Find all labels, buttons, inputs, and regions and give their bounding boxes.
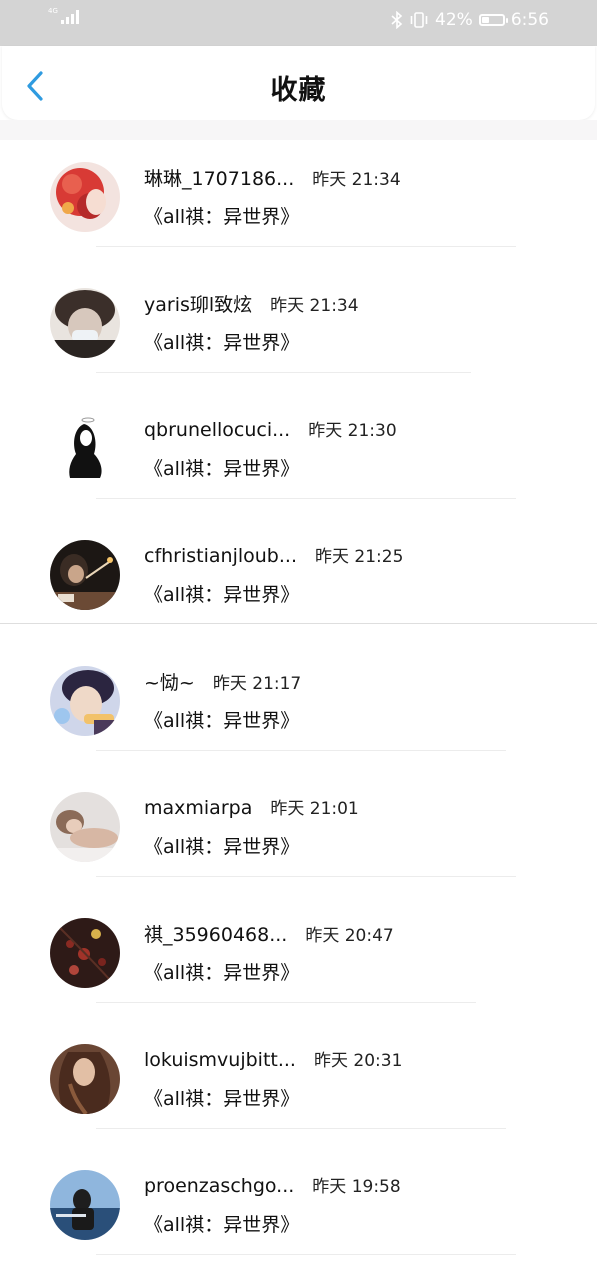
divider (96, 1254, 516, 1255)
divider (0, 623, 597, 624)
username: 琳琳_1707186... (144, 168, 295, 190)
timestamp: 昨天 21:30 (308, 421, 397, 441)
status-bar: 4G 42% 6:56 (0, 0, 597, 46)
timestamp: 昨天 21:01 (270, 799, 359, 819)
avatar[interactable] (50, 666, 120, 736)
timestamp: 昨天 20:47 (305, 926, 394, 946)
title-bar: 收藏 (2, 46, 595, 120)
timestamp: 昨天 19:58 (312, 1177, 401, 1197)
vibrate-icon (410, 12, 428, 28)
work-title: 《all祺：异世界》 (144, 458, 300, 480)
list-item[interactable]: yaris珋l致炫 昨天 21:34 《all祺：异世界》 (0, 266, 597, 392)
list-item[interactable]: qbrunellocuci... 昨天 21:30 《all祺：异世界》 (0, 392, 597, 518)
timestamp: 昨天 21:25 (314, 547, 404, 567)
avatar[interactable] (50, 162, 120, 232)
avatar[interactable] (50, 1044, 120, 1114)
username: qbrunellocuci... (144, 419, 291, 441)
battery-level (481, 17, 490, 23)
divider (96, 498, 516, 499)
divider (96, 246, 516, 247)
avatar[interactable] (50, 918, 120, 988)
username: yaris珋l致炫 (144, 294, 253, 316)
divider (96, 1128, 506, 1129)
battery-percent: 42% (435, 10, 473, 30)
list-item[interactable]: lokuismvujbitt... 昨天 20:31 《all祺：异世界》 (0, 1022, 597, 1148)
signal-indicator: 4G (48, 7, 79, 24)
battery-icon (478, 14, 508, 26)
list-item[interactable]: ~恸~ 昨天 21:17 《all祺：异世界》 (0, 644, 597, 770)
timestamp: 昨天 21:17 (212, 674, 302, 694)
divider (96, 1002, 476, 1003)
signal-icon (75, 10, 79, 24)
work-title: 《all祺：异世界》 (144, 1214, 300, 1236)
avatar[interactable] (50, 288, 120, 358)
username: ~恸~ (144, 672, 195, 694)
avatar[interactable] (50, 414, 120, 484)
divider (96, 372, 471, 373)
divider (96, 876, 516, 877)
timestamp: 昨天 21:34 (312, 170, 401, 190)
timestamp: 昨天 20:31 (313, 1051, 403, 1071)
divider (96, 750, 506, 751)
work-title: 《all祺：异世界》 (144, 206, 300, 228)
signal-icon (65, 17, 69, 24)
avatar[interactable] (50, 1170, 120, 1240)
clock: 6:56 (510, 10, 549, 30)
list-item[interactable]: 琳琳_1707186... 昨天 21:34 《all祺：异世界》 (0, 140, 597, 266)
timestamp: 昨天 21:34 (270, 296, 359, 316)
header-shadow-strip (0, 120, 597, 140)
list-item[interactable]: maxmiarpa 昨天 21:01 《all祺：异世界》 (0, 770, 597, 896)
list-item[interactable]: 祺_35960468... 昨天 20:47 《all祺：异世界》 (0, 896, 597, 1022)
favorites-list: 琳琳_1707186... 昨天 21:34 《all祺：异世界》 yaris珋… (0, 140, 597, 1274)
work-title: 《all祺：异世界》 (144, 710, 300, 732)
username: maxmiarpa (144, 797, 253, 819)
avatar[interactable] (50, 540, 120, 610)
work-title: 《all祺：异世界》 (144, 584, 300, 606)
work-title: 《all祺：异世界》 (144, 1088, 300, 1110)
work-title: 《all祺：异世界》 (144, 836, 300, 858)
list-item[interactable]: cfhristianjloub... 昨天 21:25 《all祺：异世界》 (0, 518, 597, 644)
page-title: 收藏 (270, 75, 327, 106)
signal-icon (60, 20, 64, 24)
work-title: 《all祺：异世界》 (144, 332, 300, 354)
bluetooth-icon (391, 11, 403, 29)
list-item[interactable]: proenzaschgo... 昨天 19:58 《all祺：异世界》 (0, 1148, 597, 1274)
username: lokuismvujbitt... (144, 1049, 296, 1071)
username: 祺_35960468... (144, 924, 288, 946)
network-type: 4G (48, 7, 58, 15)
username: cfhristianjloub... (144, 545, 297, 567)
work-title: 《all祺：异世界》 (144, 962, 300, 984)
signal-icon (70, 14, 74, 24)
avatar[interactable] (50, 792, 120, 862)
username: proenzaschgo... (144, 1175, 295, 1197)
